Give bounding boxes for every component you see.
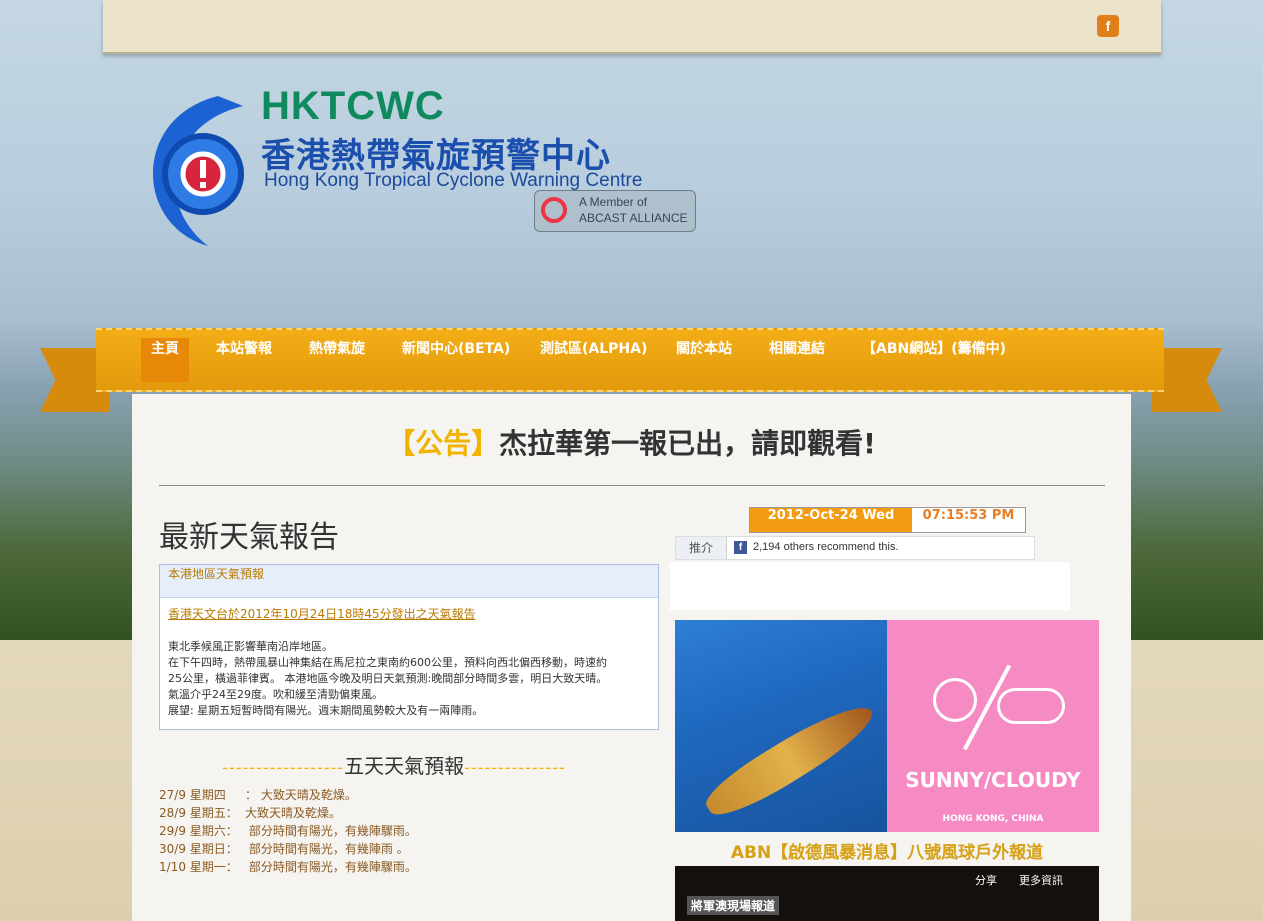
nav-tropical-cyclones[interactable]: 熱帶氣旋 <box>309 338 365 382</box>
forecast-title-text: 五天天氣預報 <box>344 754 465 778</box>
island-photo[interactable] <box>675 620 887 832</box>
forecast-desc: 大致天晴及乾燥。 <box>245 806 342 820</box>
video-caption: 將軍澳現場報道 <box>687 896 780 915</box>
forecast-day: 30/9 星期日： <box>159 842 238 856</box>
cyclone-logo-icon <box>153 96 244 246</box>
forecast-desc: 部分時間有陽光，有幾陣雨 。 <box>248 842 409 856</box>
clock-date: 2012-Oct-24 Wed <box>750 508 912 532</box>
more-info-button[interactable]: 更多資訊 <box>1019 872 1063 888</box>
report-line: 東北季候風正影響華南沿岸地區。 <box>168 640 333 653</box>
forecast-dashes-left: ------------------ <box>222 758 345 777</box>
forecast-desc: 部分時間有陽光，有幾陣驟雨。 <box>248 824 417 838</box>
main-nav: 主頁 本站警報 熱帶氣旋 新聞中心(BETA) 測試區(ALPHA) 關於本站 … <box>96 328 1164 392</box>
latest-weather-title: 最新天氣報告 <box>159 520 339 555</box>
report-body: 東北季候風正影響華南沿岸地區。 在下午四時，熱帶風暴山神集結在馬尼拉之東南約60… <box>168 639 648 719</box>
five-day-forecast-title: ------------------五天天氣預報--------------- <box>159 750 629 779</box>
forecast-day: 28/9 星期五： <box>159 806 238 820</box>
forecast-item: 1/10 星期一： 部分時間有陽光，有幾陣驟雨。 <box>159 858 417 876</box>
forecast-desc: 部分時間有陽光，有幾陣驟雨。 <box>248 860 417 874</box>
report-line: 25公里，橫過菲律賓。 本港地區今晚及明日天氣預測:晚間部分時間多雲，明日大致天… <box>168 672 608 685</box>
facebook-like-bar: 推介 f 2,194 others recommend this. <box>675 536 1035 560</box>
weather-location: HONG KONG, CHINA <box>942 814 1044 824</box>
clock-widget: 2012-Oct-24 Wed 07:15:53 PM <box>749 507 1026 533</box>
nav-links[interactable]: 相關連結 <box>769 338 825 382</box>
forecast-day: 29/9 星期六： <box>159 824 238 838</box>
announcement-tag: 【公告】 <box>387 427 500 460</box>
nav-news-centre[interactable]: 新聞中心(BETA) <box>402 338 510 382</box>
weather-card[interactable]: SUNNY/CLOUDY HONG KONG, CHINA <box>887 620 1099 832</box>
nav-abn-site[interactable]: 【ABN網站】(籌備中) <box>862 338 1006 382</box>
announcement-text: 杰拉華第一報已出，請即觀看! <box>499 427 876 460</box>
report-line: 展望: 星期五短暫時間有陽光。週末期間風勢較大及有一兩陣雨。 <box>168 704 484 717</box>
clock-time: 07:15:53 PM <box>922 508 1015 523</box>
forecast-day: 27/9 星期四 <box>159 788 226 802</box>
forecast-day: 1/10 星期一： <box>159 860 238 874</box>
divider <box>159 485 1105 486</box>
forecast-item: 28/9 星期五： 大致天晴及乾燥。 <box>159 804 417 822</box>
content-panel: 【公告】杰拉華第一報已出，請即觀看! 最新天氣報告 本港地區天氣預報 香港天文台… <box>132 394 1131 921</box>
weather-label: SUNNY/CLOUDY <box>905 768 1081 792</box>
abn-video-title[interactable]: ABN【啟德風暴消息】八號風球戶外報道 <box>675 838 1099 863</box>
video-player[interactable]: 分享 更多資訊 將軍澳現場報道 <box>675 866 1099 921</box>
logo-short-name: HKTCWC <box>261 84 445 128</box>
observatory-report-link[interactable]: 香港天文台於2012年10月24日18時45分發出之天氣報告 <box>168 605 476 622</box>
forecast-item: 30/9 星期日： 部分時間有陽光，有幾陣雨 。 <box>159 840 417 858</box>
nav-about[interactable]: 關於本站 <box>676 338 732 382</box>
cloud-icon <box>997 688 1065 724</box>
abcast-badge[interactable]: A Member of ABCAST ALLIANCE <box>534 190 696 232</box>
top-paper-strip <box>103 0 1161 54</box>
report-line: 在下午四時，熱帶風暴山神集結在馬尼拉之東南約600公里，預料向西北偏西移動，時速… <box>168 656 607 669</box>
share-button[interactable]: 分享 <box>975 872 997 888</box>
forecast-sep: ： <box>245 788 258 802</box>
nav-site-warnings[interactable]: 本站警報 <box>216 338 272 382</box>
abcast-ring-icon <box>541 197 567 223</box>
abcast-line2: ABCAST ALLIANCE <box>579 211 688 225</box>
report-header: 本港地區天氣預報 <box>160 565 658 598</box>
like-button[interactable]: 推介 <box>676 537 727 559</box>
forecast-desc: 大致天晴及乾燥。 <box>260 788 357 802</box>
weather-report-box: 本港地區天氣預報 香港天文台於2012年10月24日18時45分發出之天氣報告 … <box>159 564 659 730</box>
forecast-item: 27/9 星期四 ： 大致天晴及乾燥。 <box>159 786 417 804</box>
abcast-line1: A Member of <box>579 195 648 209</box>
facebook-icon[interactable]: f <box>1097 15 1119 37</box>
nav-home[interactable]: 主頁 <box>141 338 189 382</box>
forecast-list: 27/9 星期四 ： 大致天晴及乾燥。 28/9 星期五： 大致天晴及乾燥。 29/… <box>159 786 417 876</box>
logo-english-name: Hong Kong Tropical Cyclone Warning Centr… <box>264 170 643 191</box>
forecast-dashes-right: --------------- <box>464 758 566 777</box>
report-line: 氣溫介乎24至29度。吹和緩至清勁偏東風。 <box>168 688 383 701</box>
facebook-small-icon: f <box>734 541 747 554</box>
nav-test-area[interactable]: 測試區(ALPHA) <box>540 338 647 382</box>
recommend-count[interactable]: 2,194 others recommend this. <box>753 541 899 553</box>
announcement[interactable]: 【公告】杰拉華第一報已出，請即觀看! <box>132 422 1131 462</box>
island-shape <box>698 692 882 828</box>
site-logo[interactable]: HKTCWC 香港熱帶氣旋預警中心 Hong Kong Tropical Cyc… <box>148 84 708 264</box>
widget-placeholder <box>670 562 1070 610</box>
forecast-item: 29/9 星期六： 部分時間有陽光，有幾陣驟雨。 <box>159 822 417 840</box>
sun-icon <box>933 678 977 722</box>
